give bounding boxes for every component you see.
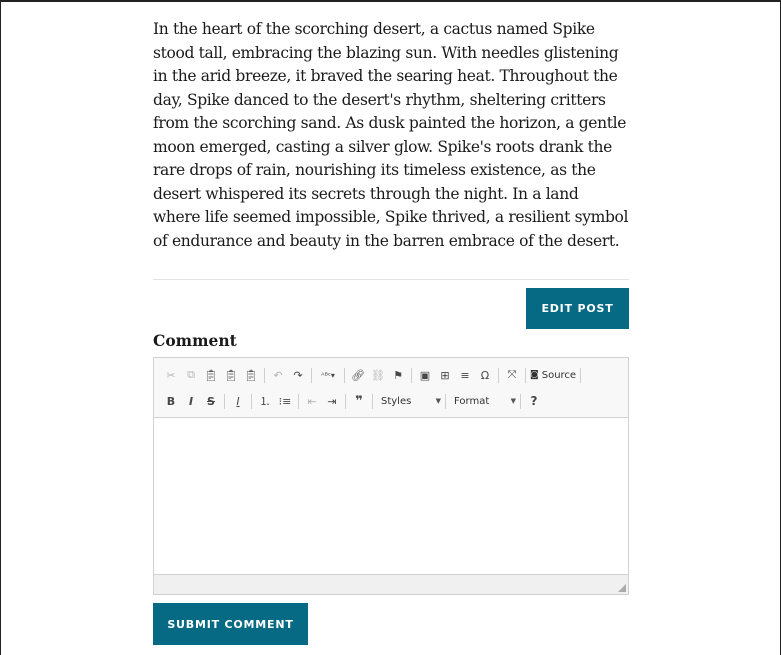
copy-icon[interactable]: ⧉ — [182, 366, 200, 384]
indent-icon[interactable]: ⇥ — [323, 392, 341, 410]
help-button[interactable]: ? — [525, 392, 543, 410]
resize-handle-icon[interactable] — [618, 584, 626, 592]
edit-row: EDIT POST — [153, 288, 629, 329]
chevron-down-icon: ▼ — [510, 397, 516, 405]
toolbar-separator — [445, 393, 446, 409]
toolbar-separator — [411, 367, 412, 383]
toolbar-row-1: ✂ ⧉ 📋︎ 📋︎ 📋︎ ↶ ↷ ᴬᴮᶜ▾ 🔗︎ ⛓ ⚑ ▣ ⊞ ≡ Ω ⤧ ◙… — [162, 362, 622, 388]
comment-input[interactable] — [154, 418, 628, 574]
special-char-icon[interactable]: Ω — [476, 366, 494, 384]
source-button[interactable]: ◙ Source — [530, 370, 576, 381]
toolbar-separator — [520, 393, 521, 409]
bulleted-list-icon[interactable]: ⁝≡ — [276, 392, 294, 410]
comment-label: Comment — [153, 331, 237, 350]
toolbar-separator — [264, 367, 265, 383]
unlink-icon[interactable]: ⛓ — [369, 366, 387, 384]
paste-icon[interactable]: 📋︎ — [202, 366, 220, 384]
horizontal-line-icon[interactable]: ≡ — [456, 366, 474, 384]
blockquote-icon[interactable]: ❞ — [350, 392, 368, 410]
post-body: In the heart of the scorching desert, a … — [153, 20, 629, 250]
toolbar-separator — [498, 367, 499, 383]
toolbar-separator — [224, 393, 225, 409]
main-content: In the heart of the scorching desert, a … — [153, 18, 629, 645]
format-label: Format — [454, 395, 490, 407]
toolbar-separator — [298, 393, 299, 409]
comment-editor: ✂ ⧉ 📋︎ 📋︎ 📋︎ ↶ ↷ ᴬᴮᶜ▾ 🔗︎ ⛓ ⚑ ▣ ⊞ ≡ Ω ⤧ ◙… — [153, 357, 629, 595]
editor-status-bar — [154, 574, 628, 594]
paste-word-icon[interactable]: 📋︎ — [242, 366, 260, 384]
undo-icon[interactable]: ↶ — [269, 366, 287, 384]
toolbar-separator — [251, 393, 252, 409]
format-dropdown[interactable]: Format ▼ — [454, 396, 516, 407]
toolbar-separator — [580, 367, 582, 383]
chevron-down-icon: ▼ — [435, 397, 441, 405]
toolbar-separator — [345, 393, 346, 409]
bold-button[interactable]: B — [162, 392, 180, 410]
source-icon: ◙ — [530, 370, 539, 380]
spellcheck-icon[interactable]: ᴬᴮᶜ▾ — [316, 366, 340, 384]
strikethrough-button[interactable]: S — [202, 392, 220, 410]
cut-icon[interactable]: ✂ — [162, 366, 180, 384]
source-label: Source — [541, 369, 577, 381]
remove-format-icon[interactable]: I — [229, 392, 247, 410]
toolbar-row-2: B I S I ⒈ ⁝≡ ⇤ ⇥ ❞ Styles ▼ Format ▼ ? — [162, 388, 622, 414]
link-icon[interactable]: 🔗︎ — [349, 366, 367, 384]
paste-text-icon[interactable]: 📋︎ — [222, 366, 240, 384]
edit-post-button[interactable]: EDIT POST — [526, 288, 629, 329]
toolbar-separator — [525, 367, 526, 383]
maximize-icon[interactable]: ⤧ — [503, 366, 521, 384]
toolbar-separator — [311, 367, 312, 383]
toolbar-separator — [372, 393, 373, 409]
editor-toolbar: ✂ ⧉ 📋︎ 📋︎ 📋︎ ↶ ↷ ᴬᴮᶜ▾ 🔗︎ ⛓ ⚑ ▣ ⊞ ≡ Ω ⤧ ◙… — [154, 358, 628, 418]
image-icon[interactable]: ▣ — [416, 366, 434, 384]
redo-icon[interactable]: ↷ — [289, 366, 307, 384]
divider — [153, 279, 629, 280]
table-icon[interactable]: ⊞ — [436, 366, 454, 384]
italic-button[interactable]: I — [182, 392, 200, 410]
styles-label: Styles — [381, 395, 412, 407]
anchor-flag-icon[interactable]: ⚑ — [389, 366, 407, 384]
numbered-list-icon[interactable]: ⒈ — [256, 392, 274, 410]
submit-comment-button[interactable]: SUBMIT COMMENT — [153, 603, 308, 645]
toolbar-separator — [344, 367, 345, 383]
styles-dropdown[interactable]: Styles ▼ — [381, 396, 441, 407]
outdent-icon[interactable]: ⇤ — [303, 392, 321, 410]
